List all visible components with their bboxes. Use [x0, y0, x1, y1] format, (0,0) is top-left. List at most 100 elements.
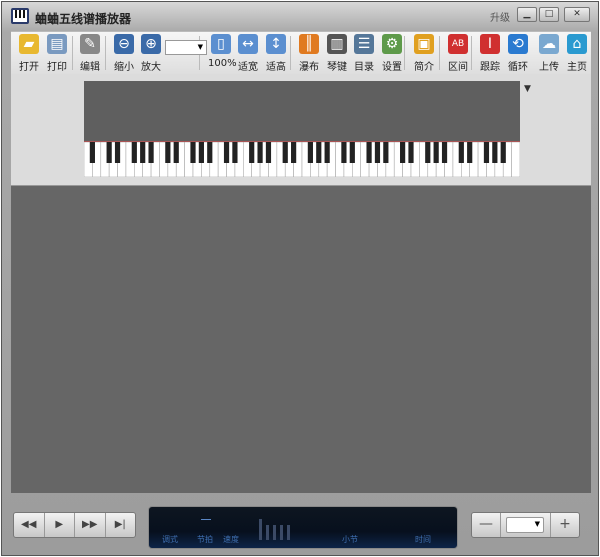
- keyboard-icon: ▥: [327, 34, 347, 54]
- zoom-out-button[interactable]: ⊖ 缩小: [111, 34, 137, 73]
- skip-end-button[interactable]: ▶|: [106, 513, 136, 537]
- black-key[interactable]: [433, 142, 439, 163]
- transport-controls: ◀◀ ▶ ▶▶ ▶|: [13, 512, 136, 538]
- edit-button[interactable]: ✎ 编辑: [77, 34, 103, 73]
- piano-keyboard: [84, 81, 520, 177]
- black-key[interactable]: [458, 142, 464, 163]
- fit-width-button[interactable]: ↔ 适宽: [235, 34, 261, 73]
- black-key[interactable]: [257, 142, 263, 163]
- black-key[interactable]: [492, 142, 498, 163]
- toolbar-separator: [290, 36, 291, 70]
- black-key[interactable]: [307, 142, 313, 163]
- black-key[interactable]: [114, 142, 121, 163]
- follow-label: 跟踪: [480, 62, 500, 73]
- cloud-upload-icon: ☁: [539, 34, 559, 54]
- volume-down-button[interactable]: —: [472, 513, 501, 537]
- intro-label: 简介: [414, 62, 434, 73]
- black-key[interactable]: [249, 142, 255, 163]
- minimize-button[interactable]: ▁: [517, 7, 537, 22]
- black-key[interactable]: [316, 142, 322, 163]
- black-key[interactable]: [198, 142, 204, 163]
- black-key[interactable]: [265, 142, 272, 163]
- loop-button[interactable]: ⟲ 循环: [505, 34, 531, 73]
- black-key[interactable]: [341, 142, 347, 163]
- black-key[interactable]: [223, 142, 230, 163]
- gear-icon: ⚙: [382, 34, 402, 54]
- close-button[interactable]: ✕: [564, 7, 590, 22]
- playback-bar: ◀◀ ▶ ▶▶ ▶| 调式 节拍 速度 小节 时间 — ▼ +: [11, 496, 591, 554]
- measure-label: 小节: [342, 535, 358, 544]
- volume-control: — ▼ +: [471, 512, 580, 538]
- chevron-down-icon: ▼: [197, 43, 203, 51]
- ab-repeat-icon: AB: [448, 34, 468, 54]
- black-key[interactable]: [89, 142, 95, 163]
- black-key[interactable]: [441, 142, 448, 163]
- open-button[interactable]: ▰ 打开: [16, 34, 42, 73]
- zoom-select[interactable]: ▼: [165, 40, 207, 55]
- piano-app-icon: [11, 8, 29, 24]
- black-key[interactable]: [408, 142, 414, 163]
- toolbar: ▰ 打开 ▤ 打印 ✎ 编辑 ⊖ 缩小 ⊕ 放大 ▯ 100% ↔ 适宽 ↕ 适高 ║ 瀑布 ▥ 琴键 ☰ 目录 ⚙ 设置 ▣ 简…: [11, 31, 591, 74]
- white-key[interactable]: [511, 142, 520, 177]
- black-key[interactable]: [207, 142, 213, 163]
- settings-label: 设置: [382, 62, 402, 73]
- black-key[interactable]: [374, 142, 381, 163]
- maximize-button[interactable]: □: [539, 7, 559, 22]
- status-display: 调式 节拍 速度 小节 时间: [148, 506, 458, 549]
- toolbar-separator: [404, 36, 405, 70]
- black-key[interactable]: [131, 142, 137, 163]
- piano-dropdown-icon[interactable]: ▼: [524, 84, 531, 94]
- black-key[interactable]: [366, 142, 372, 163]
- play-button[interactable]: ▶: [45, 513, 75, 537]
- chevron-down-icon: ▼: [534, 520, 540, 528]
- black-key[interactable]: [140, 142, 146, 163]
- black-key[interactable]: [467, 142, 473, 163]
- black-key[interactable]: [500, 142, 506, 163]
- black-key[interactable]: [106, 142, 112, 163]
- fit-width-label: 适宽: [238, 62, 258, 73]
- upgrade-link[interactable]: 升级: [490, 9, 510, 24]
- edit-label: 编辑: [80, 62, 100, 73]
- catalog-button[interactable]: ☰ 目录: [351, 34, 377, 73]
- black-key[interactable]: [148, 142, 154, 163]
- black-key[interactable]: [173, 142, 179, 163]
- black-key[interactable]: [190, 142, 196, 163]
- fast-forward-button[interactable]: ▶▶: [75, 513, 106, 537]
- black-key[interactable]: [232, 142, 238, 163]
- toolbar-separator: [439, 36, 440, 70]
- score-area: [11, 186, 591, 493]
- volume-select[interactable]: ▼: [506, 517, 544, 533]
- follow-button[interactable]: I 跟踪: [477, 34, 503, 73]
- zoom-100-button[interactable]: ▯ 100%: [208, 34, 237, 69]
- intro-button[interactable]: ▣ 简介: [411, 34, 437, 73]
- settings-button[interactable]: ⚙ 设置: [379, 34, 405, 73]
- range-button[interactable]: AB 区间: [445, 34, 471, 73]
- waterfall-button[interactable]: ║ 瀑布: [296, 34, 322, 73]
- waterfall-area: [84, 81, 520, 142]
- catalog-icon: ☰: [354, 34, 374, 54]
- black-key[interactable]: [483, 142, 490, 163]
- piano-keys: [84, 142, 520, 177]
- upload-button[interactable]: ☁ 上传: [536, 34, 562, 73]
- home-label: 主页: [567, 62, 587, 73]
- black-key[interactable]: [400, 142, 406, 163]
- upload-label: 上传: [539, 62, 559, 73]
- rewind-button[interactable]: ◀◀: [14, 513, 45, 537]
- print-button[interactable]: ▤ 打印: [44, 34, 70, 73]
- fit-height-button[interactable]: ↕ 适高: [263, 34, 289, 73]
- volume-up-button[interactable]: +: [550, 513, 579, 537]
- home-button[interactable]: ⌂ 主页: [564, 34, 590, 73]
- black-key[interactable]: [291, 142, 297, 163]
- mode-label: 调式: [162, 535, 178, 544]
- black-key[interactable]: [165, 142, 171, 163]
- zoom-in-button[interactable]: ⊕ 放大: [138, 34, 164, 73]
- keyboard-button[interactable]: ▥ 琴键: [324, 34, 350, 73]
- toolbar-separator: [72, 36, 73, 70]
- black-key[interactable]: [383, 142, 389, 163]
- toolbar-separator: [105, 36, 106, 70]
- black-key[interactable]: [425, 142, 431, 163]
- edit-score-icon: ✎: [80, 34, 100, 54]
- black-key[interactable]: [282, 142, 288, 163]
- black-key[interactable]: [324, 142, 330, 163]
- black-key[interactable]: [349, 142, 355, 163]
